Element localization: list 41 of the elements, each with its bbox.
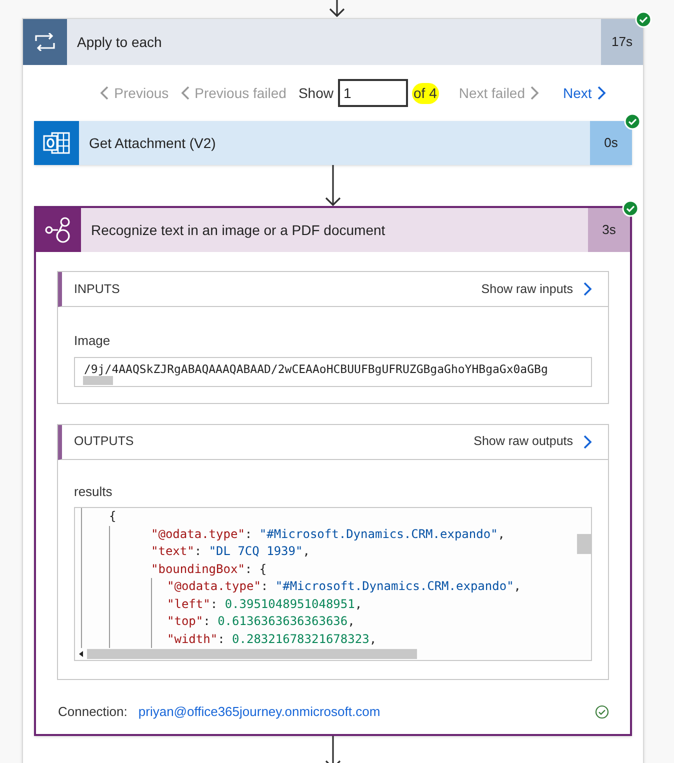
duration-label: 17s: [612, 33, 632, 52]
chevron-left-icon: [180, 86, 190, 100]
code-line: {: [109, 508, 116, 525]
previous-link[interactable]: Previous: [100, 82, 169, 104]
section-heading: OUTPUTS: [74, 433, 134, 450]
field-label: results: [74, 482, 114, 500]
down-arrow-icon: [328, 0, 346, 17]
chevron-right-icon: [596, 86, 606, 100]
code-line: "@odata.type": "#Microsoft.Dynamics.CRM.expando",: [167, 578, 522, 595]
code-line: "width": 0.28321678321678323,: [167, 630, 377, 648]
connection-label: Connection:: [58, 703, 128, 721]
action-title: Recognize text in an image or a PDF document: [91, 220, 386, 240]
chevron-right-icon: [583, 282, 592, 296]
down-arrow-icon: [324, 165, 342, 206]
iteration-count: of 4: [412, 82, 439, 104]
chevron-right-icon: [583, 434, 592, 448]
section-heading: INPUTS: [74, 280, 120, 298]
mail-calendar-icon: [42, 130, 70, 156]
duration-label: 0s: [604, 134, 618, 152]
duration-label: 3s: [602, 221, 616, 240]
next-link[interactable]: Next: [563, 82, 606, 104]
code-line: "left": 0.3951048951048951,: [167, 596, 362, 612]
code-line: "text": "DL 7CQ 1939",: [151, 543, 310, 560]
loop-title: Apply to each: [77, 32, 162, 52]
loop-icon: [34, 33, 56, 51]
code-line: "boundingBox": {: [151, 560, 267, 578]
next-failed-link[interactable]: Next failed: [458, 82, 540, 104]
iteration-field[interactable]: 1: [338, 79, 408, 107]
show-raw-link[interactable]: Show raw outputs: [474, 432, 592, 451]
show-label: Show: [298, 84, 334, 102]
previous-failed-link[interactable]: Previous failed: [180, 82, 286, 104]
image-value-field[interactable]: /9j/4AAQSkZJRgABAQAAAQABAAD/2wCEAAoHCBUUFBgUFRUZGBgaGhoYHBgaGx0aGBg: [74, 356, 592, 386]
chevron-left-icon: [100, 86, 110, 100]
code-line: "@odata.type": "#Microsoft.Dynamics.CRM.expando",: [151, 526, 506, 542]
code-line: "top": 0.6136363636363636,: [167, 613, 355, 630]
action-title: Get Attachment (V2): [89, 134, 216, 153]
connection-account-link[interactable]: priyan@office365journey.onmicrosoft.com: [138, 702, 380, 722]
down-arrow-icon: [324, 736, 342, 763]
field-label: Image: [74, 332, 112, 350]
chevron-right-icon: [530, 86, 540, 100]
show-raw-link[interactable]: Show raw inputs: [481, 280, 592, 298]
